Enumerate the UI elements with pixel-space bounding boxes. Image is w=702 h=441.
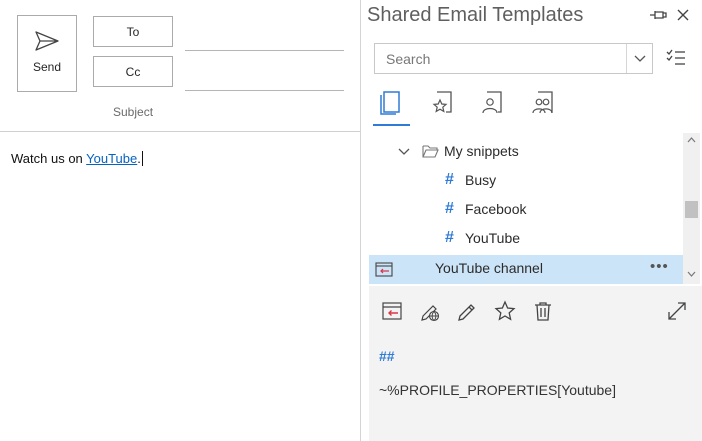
tab-shared-templates[interactable] xyxy=(524,90,562,126)
subject-label: Subject xyxy=(113,105,154,119)
tree-item-label: YouTube channel xyxy=(435,260,543,276)
pencil-icon[interactable] xyxy=(456,300,478,322)
hash-icon: # xyxy=(445,229,454,246)
text-caret xyxy=(141,151,143,166)
insert-template-icon[interactable] xyxy=(381,300,403,322)
checklist-filter-icon[interactable] xyxy=(666,49,686,67)
search-box xyxy=(374,43,653,74)
edit-globe-icon[interactable] xyxy=(419,300,441,322)
tree-item-label: YouTube xyxy=(465,230,521,246)
trash-icon[interactable] xyxy=(532,300,554,322)
scrollbar-thumb[interactable] xyxy=(685,201,698,218)
youtube-link[interactable]: YouTube xyxy=(86,151,137,166)
scroll-down-arrow-icon[interactable] xyxy=(687,271,696,278)
cc-field[interactable] xyxy=(185,90,344,91)
expand-icon[interactable] xyxy=(666,300,688,322)
pin-icon[interactable] xyxy=(649,7,667,23)
search-input[interactable] xyxy=(375,44,626,73)
tree-item-label: Busy xyxy=(465,172,497,188)
tab-team-templates[interactable] xyxy=(473,90,511,126)
tree-item-facebook[interactable]: # Facebook xyxy=(369,196,683,225)
pane-title: Shared Email Templates xyxy=(367,4,584,26)
users-document-icon xyxy=(532,91,553,114)
close-icon[interactable] xyxy=(675,7,691,23)
tab-favorites[interactable] xyxy=(423,90,461,126)
user-document-icon xyxy=(482,91,502,114)
message-body[interactable]: Watch us on YouTube. xyxy=(11,151,143,166)
document-icon xyxy=(380,91,400,115)
cc-button[interactable]: Cc xyxy=(93,56,173,87)
template-tree: My snippets # Busy # Facebook # YouTube … xyxy=(369,133,683,284)
search-dropdown-button[interactable] xyxy=(626,44,653,73)
tree-item-youtube[interactable]: # YouTube xyxy=(369,225,683,254)
send-button[interactable]: Send xyxy=(17,15,77,92)
preview-hash-marker: ## xyxy=(379,348,395,364)
folder-open-icon xyxy=(422,145,439,158)
chevron-down-icon[interactable] xyxy=(398,148,410,156)
active-tab-indicator xyxy=(373,124,410,126)
body-text-prefix: Watch us on xyxy=(11,151,87,166)
tree-item-youtube-channel[interactable]: YouTube channel ••• xyxy=(369,255,683,284)
to-field[interactable] xyxy=(185,50,344,51)
body-text-suffix: . xyxy=(137,151,141,166)
chevron-down-icon xyxy=(634,55,646,62)
scroll-up-arrow-icon[interactable] xyxy=(687,136,696,143)
hash-icon: # xyxy=(445,171,454,188)
template-insert-icon xyxy=(375,262,393,277)
tree-folder-my-snippets[interactable]: My snippets xyxy=(369,138,683,167)
folder-label: My snippets xyxy=(444,143,519,159)
tree-item-busy[interactable]: # Busy xyxy=(369,167,683,196)
tree-scrollbar[interactable] xyxy=(683,133,700,284)
hash-icon: # xyxy=(445,200,454,217)
star-icon[interactable] xyxy=(494,300,516,322)
template-preview: ## ~%PROFILE_PROPERTIES[Youtube] xyxy=(369,286,702,441)
star-document-icon xyxy=(432,91,452,113)
send-icon xyxy=(35,31,59,51)
send-label: Send xyxy=(32,60,62,74)
shared-templates-pane: Shared Email Templates Search My snippet… xyxy=(361,0,702,441)
tree-item-label: Facebook xyxy=(465,201,527,217)
preview-macro-text: ~%PROFILE_PROPERTIES[Youtube] xyxy=(379,382,616,398)
compose-pane: Send To Cc Subject Watch us on YouTube. xyxy=(0,0,360,441)
tab-my-templates[interactable] xyxy=(372,90,410,126)
more-options-button[interactable]: ••• xyxy=(650,258,669,275)
to-button[interactable]: To xyxy=(93,16,173,47)
compose-divider xyxy=(0,131,360,132)
